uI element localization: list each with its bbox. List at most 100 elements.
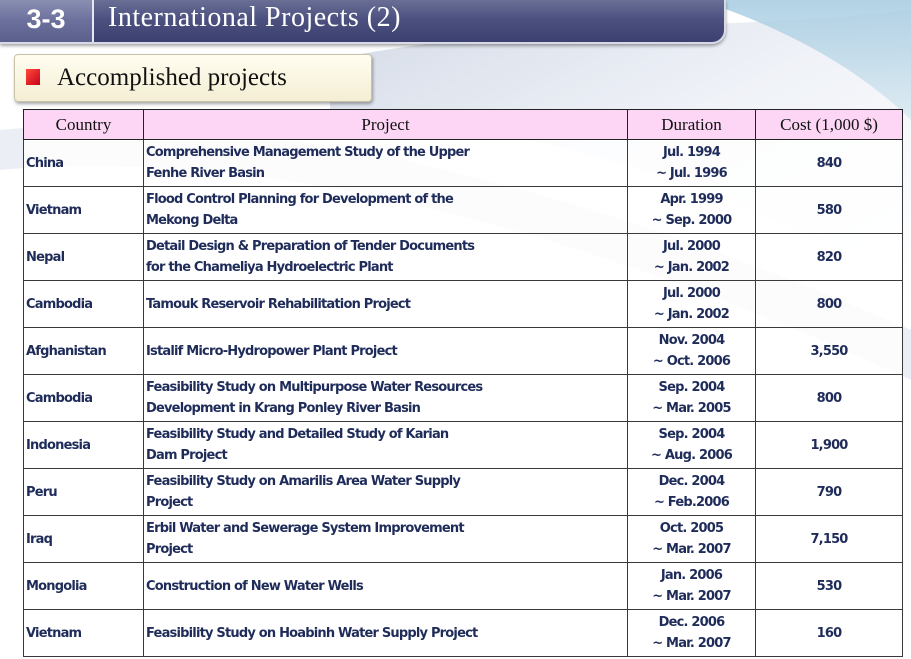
country-cell: Vietnam — [23, 186, 144, 234]
table-row: Mongolia Construction of New Water Wells J… — [23, 562, 903, 610]
column-header-duration: Duration — [627, 109, 756, 140]
duration-end: ~ Jan. 2002 — [653, 260, 730, 275]
duration-end: ~ Jul. 1996 — [656, 166, 728, 181]
project-line: Project — [146, 495, 193, 510]
cost-cell: 1,900 — [755, 421, 903, 469]
project-cell: Construction of New Water Wells — [143, 562, 628, 610]
country-cell: Vietnam — [23, 609, 144, 657]
cost-cell: 7,150 — [755, 515, 903, 563]
duration-cell: Sep. 2004 ~ Mar. 2005 — [627, 374, 756, 422]
project-cell: Flood Control Planning for Development o… — [143, 186, 628, 234]
project-line: Fenhe River Basin — [146, 166, 265, 181]
duration-cell: Dec. 2004 ~ Feb.2006 — [627, 468, 756, 516]
table-row: Vietnam Flood Control Planning for Develo… — [23, 186, 903, 234]
table-row: Vietnam Feasibility Study on Hoabinh Wate… — [23, 609, 903, 657]
country-cell: Indonesia — [23, 421, 144, 469]
duration-start: Jul. 1994 — [663, 145, 721, 160]
page-title: International Projects (2) — [108, 2, 401, 33]
cost-cell: 820 — [755, 233, 903, 281]
table-header-row: Country Project Duration Cost (1,000 $) — [23, 109, 903, 140]
table-row: Cambodia Feasibility Study on Multipurpos… — [23, 374, 903, 422]
duration-end: ~ Oct. 2006 — [652, 354, 731, 369]
project-line: Comprehensive Management Study of the Up… — [146, 145, 470, 160]
duration-start: Nov. 2004 — [658, 333, 725, 348]
project-cell: Detail Design & Preparation of Tender Do… — [143, 233, 628, 281]
project-line: Feasibility Study on Hoabinh Water Suppl… — [146, 625, 478, 641]
duration-end: ~ Sep. 2000 — [651, 213, 733, 228]
project-cell: Tamouk Reservoir Rehabilitation Project — [143, 280, 628, 328]
cost-cell: 580 — [755, 186, 903, 234]
project-line: Feasibility Study and Detailed Study of … — [146, 427, 449, 442]
project-line: Flood Control Planning for Development o… — [146, 192, 454, 207]
country-cell: Cambodia — [23, 374, 144, 422]
column-header-cost: Cost (1,000 $) — [755, 109, 903, 140]
duration-cell: Nov. 2004 ~ Oct. 2006 — [627, 327, 756, 375]
project-cell: Feasibility Study on Hoabinh Water Suppl… — [143, 609, 628, 657]
duration-start: Jul. 2000 — [663, 239, 721, 254]
duration-cell: Oct. 2005 ~ Mar. 2007 — [627, 515, 756, 563]
bullet-marker-icon — [26, 69, 40, 85]
column-header-country: Country — [23, 109, 144, 140]
project-cell: Erbil Water and Sewerage System Improvem… — [143, 515, 628, 563]
duration-start: Apr. 1999 — [660, 192, 723, 207]
country-cell: Cambodia — [23, 280, 144, 328]
section-number: 3-3 — [0, 0, 94, 42]
project-line: Tamouk Reservoir Rehabilitation Project — [146, 296, 411, 312]
section-subtitle-box: Accomplished projects — [14, 54, 372, 102]
duration-end: ~ Feb.2006 — [653, 495, 730, 510]
duration-cell: Jul. 2000 ~ Jan. 2002 — [627, 233, 756, 281]
duration-end: ~ Jan. 2002 — [653, 307, 730, 322]
project-line: Feasibility Study on Multipurpose Water … — [146, 380, 483, 395]
table-row: Indonesia Feasibility Study and Detailed … — [23, 421, 903, 469]
duration-start: Oct. 2005 — [659, 521, 724, 536]
duration-start: Jan. 2006 — [660, 568, 723, 583]
duration-end: ~ Mar. 2007 — [652, 542, 731, 557]
duration-start: Dec. 2006 — [658, 615, 726, 630]
duration-cell: Jan. 2006 ~ Mar. 2007 — [627, 562, 756, 610]
project-cell: Istalif Micro-Hydropower Plant Project — [143, 327, 628, 375]
country-cell: Iraq — [23, 515, 144, 563]
table-row: Nepal Detail Design & Preparation of Tend… — [23, 233, 903, 281]
duration-end: ~ Mar. 2007 — [652, 636, 731, 651]
projects-table: Country Project Duration Cost (1,000 $) … — [23, 109, 903, 657]
project-cell: Comprehensive Management Study of the Up… — [143, 139, 628, 187]
cost-cell: 160 — [755, 609, 903, 657]
table-row: Afghanistan Istalif Micro-Hydropower Plan… — [23, 327, 903, 375]
duration-start: Sep. 2004 — [658, 380, 726, 395]
table-row: Peru Feasibility Study on Amarilis Area W… — [23, 468, 903, 516]
cost-cell: 3,550 — [755, 327, 903, 375]
duration-end: ~ Mar. 2007 — [652, 589, 731, 604]
project-line: Istalif Micro-Hydropower Plant Project — [146, 343, 398, 359]
project-line: Feasibility Study on Amarilis Area Water… — [146, 474, 461, 489]
slide-header: 3-3 International Projects (2) — [0, 0, 726, 44]
duration-cell: Apr. 1999 ~ Sep. 2000 — [627, 186, 756, 234]
table-row: Cambodia Tamouk Reservoir Rehabilitation … — [23, 280, 903, 328]
duration-end: ~ Mar. 2005 — [652, 401, 731, 416]
country-cell: Peru — [23, 468, 144, 516]
duration-cell: Jul. 1994 ~ Jul. 1996 — [627, 139, 756, 187]
duration-end: ~ Aug. 2006 — [651, 448, 733, 463]
country-cell: China — [23, 139, 144, 187]
project-line: Construction of New Water Wells — [146, 578, 364, 594]
cost-cell: 530 — [755, 562, 903, 610]
cost-cell: 800 — [755, 280, 903, 328]
project-cell: Feasibility Study on Multipurpose Water … — [143, 374, 628, 422]
cost-cell: 840 — [755, 139, 903, 187]
cost-cell: 800 — [755, 374, 903, 422]
duration-start: Jul. 2000 — [663, 286, 721, 301]
project-line: Erbil Water and Sewerage System Improvem… — [146, 521, 465, 536]
duration-start: Sep. 2004 — [658, 427, 726, 442]
table-body: China Comprehensive Management Study of t… — [23, 139, 903, 657]
project-line: Detail Design & Preparation of Tender Do… — [146, 239, 475, 254]
project-cell: Feasibility Study on Amarilis Area Water… — [143, 468, 628, 516]
table-row: Iraq Erbil Water and Sewerage System Impr… — [23, 515, 903, 563]
table-row: China Comprehensive Management Study of t… — [23, 139, 903, 187]
section-subtitle: Accomplished projects — [57, 64, 287, 91]
project-line: Project — [146, 542, 193, 557]
duration-cell: Sep. 2004 ~ Aug. 2006 — [627, 421, 756, 469]
project-cell: Feasibility Study and Detailed Study of … — [143, 421, 628, 469]
project-line: for the Chameliya Hydroelectric Plant — [146, 260, 394, 275]
country-cell: Afghanistan — [23, 327, 144, 375]
column-header-project: Project — [143, 109, 628, 140]
project-line: Mekong Delta — [146, 213, 238, 228]
